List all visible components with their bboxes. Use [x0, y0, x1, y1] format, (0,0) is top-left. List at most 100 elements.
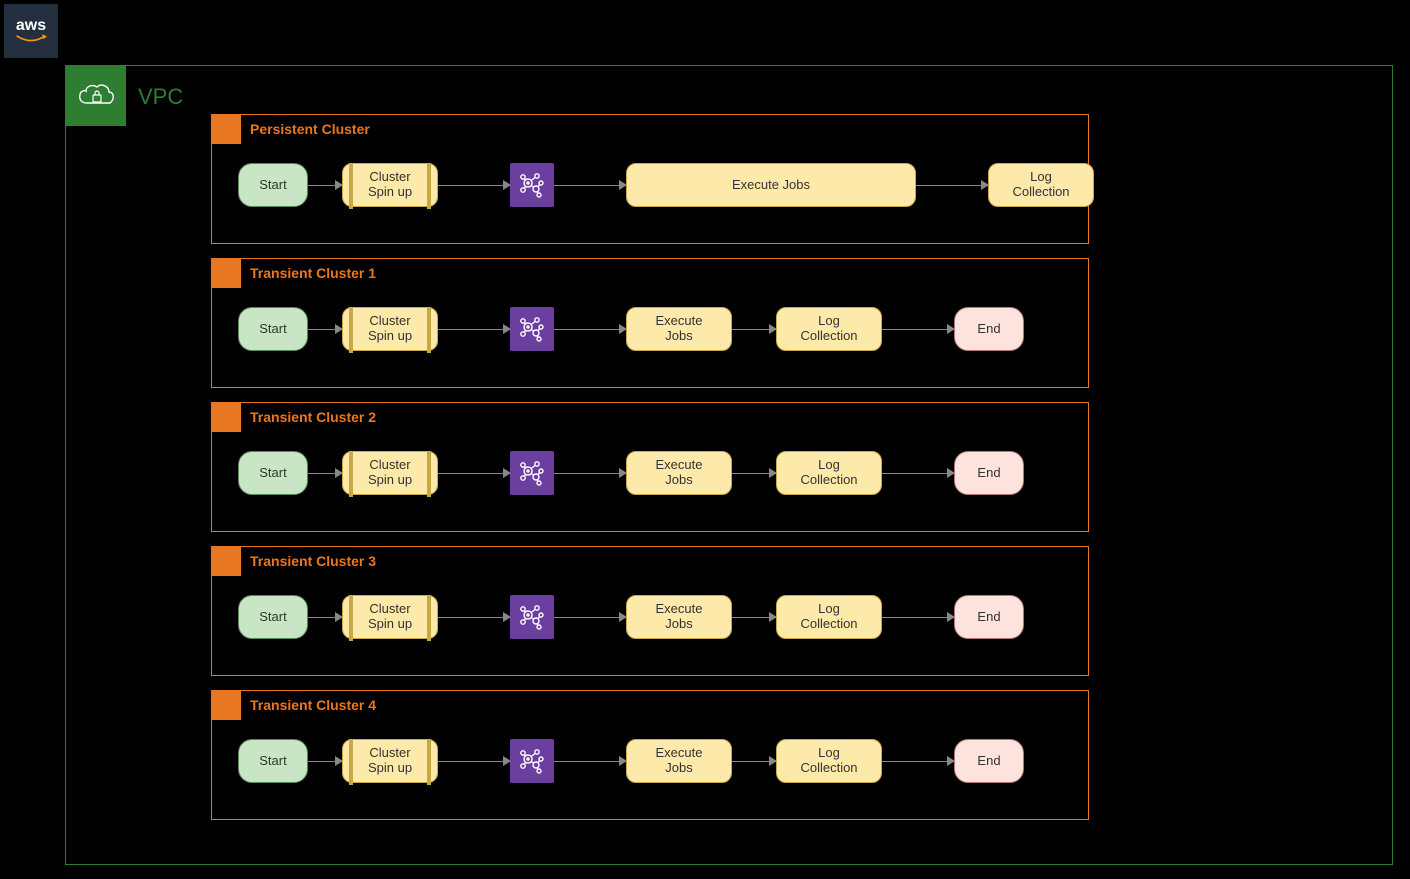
execute-jobs-node-text: Execute Jobs: [732, 178, 810, 193]
aws-logo-text: aws: [16, 18, 46, 34]
log-collection-node: LogCollection: [776, 307, 882, 351]
emr-cluster-icon: [517, 458, 547, 488]
flow-arrow: [438, 617, 510, 618]
execute-jobs-node-text: Jobs: [665, 329, 692, 344]
end-node-text: End: [977, 322, 1000, 337]
start-node-text: Start: [259, 610, 286, 625]
log-collection-node-text: Log: [818, 746, 840, 761]
flow-arrow: [882, 617, 954, 618]
spinup-bar-right: [427, 451, 431, 497]
flow-arrow: [438, 185, 510, 186]
vpc-label: VPC: [138, 84, 183, 110]
execute-jobs-node: ExecuteJobs: [626, 307, 732, 351]
arrow-head: [619, 756, 627, 766]
log-collection-node-text: Log: [818, 314, 840, 329]
arrow-line: [438, 185, 510, 186]
flow-arrow: [554, 617, 626, 618]
flow-arrow: [882, 473, 954, 474]
arrow-head: [769, 612, 777, 622]
log-collection-node-text: Collection: [800, 761, 857, 776]
spinup-bar-right: [427, 307, 431, 353]
end-node-text: End: [977, 466, 1000, 481]
arrow-head: [981, 180, 989, 190]
start-node-text: Start: [259, 178, 286, 193]
log-collection-node-text: Collection: [800, 473, 857, 488]
cluster-spinup-node: ClusterSpin up: [342, 163, 438, 207]
cluster-tab: [211, 114, 241, 144]
flow-arrow: [554, 473, 626, 474]
arrow-line: [554, 617, 626, 618]
execute-jobs-node: ExecuteJobs: [626, 451, 732, 495]
emr-cluster-icon: [517, 170, 547, 200]
flow-arrow: [732, 329, 776, 330]
arrow-head: [947, 756, 955, 766]
arrow-line: [554, 473, 626, 474]
end-node: End: [954, 595, 1024, 639]
spinup-text: Cluster: [369, 746, 410, 761]
flow-arrow: [916, 185, 988, 186]
arrow-head: [947, 468, 955, 478]
log-collection-node-text: Log: [818, 602, 840, 617]
emr-cluster-icon: [517, 602, 547, 632]
execute-jobs-node-text: Jobs: [665, 473, 692, 488]
end-node: End: [954, 739, 1024, 783]
arrow-line: [554, 185, 626, 186]
flow-arrow: [732, 761, 776, 762]
emr-cluster-icon: [517, 746, 547, 776]
cluster-title: Transient Cluster 1: [250, 265, 376, 281]
execute-jobs-node-text: Jobs: [665, 761, 692, 776]
flow-arrow: [308, 761, 342, 762]
log-collection-node-text: Collection: [800, 617, 857, 632]
cluster-tab: [211, 402, 241, 432]
spinup-text: Cluster: [369, 170, 410, 185]
log-collection-node: LogCollection: [776, 595, 882, 639]
arrow-line: [438, 473, 510, 474]
flow-arrow: [732, 617, 776, 618]
arrow-line: [438, 761, 510, 762]
arrow-head: [769, 468, 777, 478]
execute-jobs-node-text: Execute: [656, 746, 703, 761]
arrow-head: [619, 180, 627, 190]
arrow-head: [947, 612, 955, 622]
arrow-line: [882, 329, 954, 330]
execute-jobs-node-text: Execute: [656, 458, 703, 473]
spinup-bar-left: [349, 739, 353, 785]
start-node: Start: [238, 739, 308, 783]
flow-arrow: [438, 761, 510, 762]
flow-arrow: [882, 761, 954, 762]
execute-jobs-node: ExecuteJobs: [626, 739, 732, 783]
cluster-box: Persistent ClusterStartClusterSpin upExe…: [211, 114, 1089, 244]
cluster-flow: StartClusterSpin upExecuteJobsLogCollect…: [238, 739, 1024, 783]
log-collection-node: LogCollection: [776, 739, 882, 783]
arrow-head: [619, 612, 627, 622]
spinup-text: Cluster: [369, 458, 410, 473]
vpc-container: VPC Persistent ClusterStartClusterSpin u…: [65, 65, 1393, 865]
spinup-bar-left: [349, 307, 353, 353]
cluster-tab: [211, 690, 241, 720]
flow-arrow: [554, 185, 626, 186]
cluster-title: Transient Cluster 2: [250, 409, 376, 425]
spinup-text: Spin up: [368, 473, 412, 488]
arrow-head: [503, 756, 511, 766]
spinup-bar-left: [349, 163, 353, 209]
execute-jobs-node-text: Execute: [656, 314, 703, 329]
vpc-cloud-lock-icon: [76, 81, 116, 111]
spinup-bar-right: [427, 163, 431, 209]
emr-service-icon: [510, 163, 554, 207]
arrow-line: [882, 617, 954, 618]
arrow-head: [503, 468, 511, 478]
clusters-column: Persistent ClusterStartClusterSpin upExe…: [211, 114, 1089, 820]
log-collection-node-text: Collection: [1012, 185, 1069, 200]
flow-arrow: [438, 473, 510, 474]
arrow-line: [438, 617, 510, 618]
cluster-title: Transient Cluster 3: [250, 553, 376, 569]
cluster-flow: StartClusterSpin upExecuteJobsLogCollect…: [238, 595, 1024, 639]
cluster-spinup-node: ClusterSpin up: [342, 451, 438, 495]
log-collection-node-text: Log: [1030, 170, 1052, 185]
cluster-title: Transient Cluster 4: [250, 697, 376, 713]
arrow-head: [947, 324, 955, 334]
execute-jobs-node-text: Jobs: [665, 617, 692, 632]
spinup-bar-left: [349, 595, 353, 641]
cluster-flow: StartClusterSpin upExecuteJobsLogCollect…: [238, 307, 1024, 351]
spinup-bar-right: [427, 595, 431, 641]
